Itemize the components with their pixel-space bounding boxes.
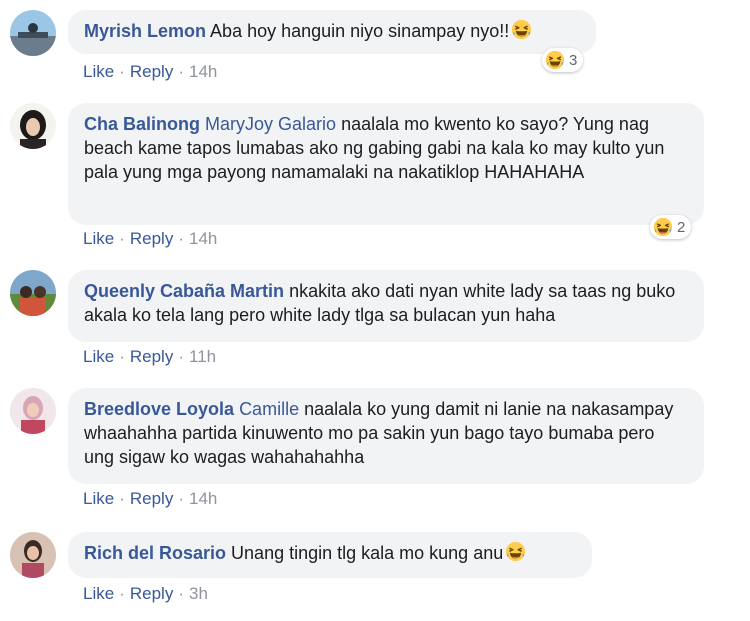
comment-actions: Like · Reply · 14h <box>83 229 217 249</box>
like-link[interactable]: Like <box>83 229 114 248</box>
laughing-emoji-icon <box>511 19 532 40</box>
avatar[interactable] <box>10 270 56 316</box>
laughing-emoji-icon <box>505 541 526 562</box>
mention-link[interactable]: Camille <box>239 399 299 419</box>
comment-thread: Myrish Lemon Aba hoy hanguin niyo sinamp… <box>0 0 750 621</box>
separator-dot: · <box>119 347 125 366</box>
comment-timestamp[interactable]: 14h <box>189 489 217 508</box>
separator-dot: · <box>119 584 125 603</box>
comment-author[interactable]: Myrish Lemon <box>84 21 206 41</box>
mention-link[interactable]: MaryJoy Galario <box>205 114 336 134</box>
reaction-count: 3 <box>569 51 578 69</box>
reactions-summary[interactable]: 2 <box>650 215 692 239</box>
comment-actions: Like · Reply · 3h <box>83 584 208 604</box>
haha-reaction-icon <box>545 50 565 70</box>
comment-actions: Like · Reply · 14h <box>83 489 217 509</box>
reply-link[interactable]: Reply <box>130 584 173 603</box>
reactions-summary[interactable]: 3 <box>542 48 584 72</box>
comment-bubble: Breedlove Loyola Camille naalala ko yung… <box>68 388 704 484</box>
like-link[interactable]: Like <box>83 62 114 81</box>
separator-dot: · <box>119 229 125 248</box>
reply-link[interactable]: Reply <box>130 489 173 508</box>
comment-bubble: Rich del Rosario Unang tingin tlg kala m… <box>68 532 592 578</box>
comment-timestamp[interactable]: 14h <box>189 229 217 248</box>
reply-link[interactable]: Reply <box>130 62 173 81</box>
avatar[interactable] <box>10 103 56 149</box>
avatar[interactable] <box>10 388 56 434</box>
comment-text: Unang tingin tlg kala mo kung anu <box>231 543 504 563</box>
comment-timestamp[interactable]: 14h <box>189 62 217 81</box>
comment-bubble: Myrish Lemon Aba hoy hanguin niyo sinamp… <box>68 10 596 54</box>
like-link[interactable]: Like <box>83 489 114 508</box>
separator-dot: · <box>178 489 184 508</box>
haha-reaction-icon <box>653 217 673 237</box>
comment-author[interactable]: Cha Balinong <box>84 114 200 134</box>
reaction-count: 2 <box>677 218 686 236</box>
separator-dot: · <box>119 62 125 81</box>
separator-dot: · <box>178 584 184 603</box>
avatar[interactable] <box>10 10 56 56</box>
comment-timestamp[interactable]: 3h <box>189 584 208 603</box>
comment-timestamp[interactable]: 11h <box>189 347 216 366</box>
separator-dot: · <box>178 347 184 366</box>
avatar[interactable] <box>10 532 56 578</box>
comment-actions: Like · Reply · 14h <box>83 62 217 82</box>
separator-dot: · <box>178 62 184 81</box>
like-link[interactable]: Like <box>83 347 114 366</box>
reply-link[interactable]: Reply <box>130 229 173 248</box>
comment-author[interactable]: Queenly Cabaña Martin <box>84 281 284 301</box>
reply-link[interactable]: Reply <box>130 347 173 366</box>
comment-author[interactable]: Breedlove Loyola <box>84 399 234 419</box>
separator-dot: · <box>119 489 125 508</box>
comment-actions: Like · Reply · 11h <box>83 347 216 367</box>
comment-author[interactable]: Rich del Rosario <box>84 543 226 563</box>
comment-bubble: Queenly Cabaña Martin nkakita ako dati n… <box>68 270 704 342</box>
comment-bubble: Cha Balinong MaryJoy Galario naalala mo … <box>68 103 704 225</box>
comment-text: Aba hoy hanguin niyo sinampay nyo!! <box>210 21 510 41</box>
like-link[interactable]: Like <box>83 584 114 603</box>
separator-dot: · <box>178 229 184 248</box>
